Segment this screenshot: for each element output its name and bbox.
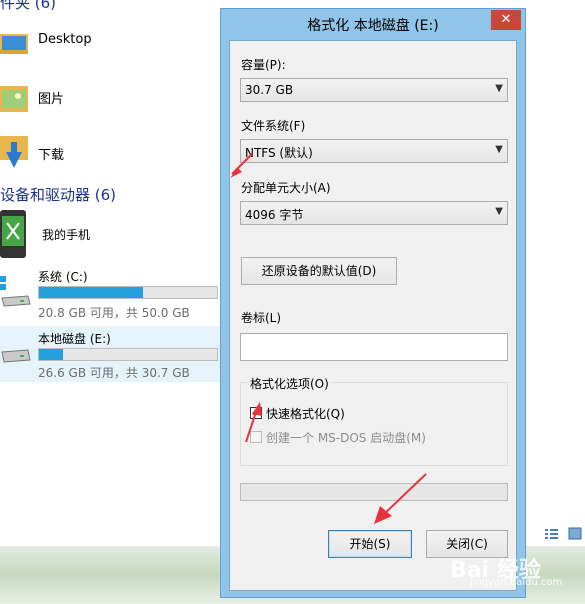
folder-label: Desktop (38, 32, 92, 47)
drive-name: 系统 (C:) (38, 270, 88, 284)
folder-desktop-icon (0, 28, 28, 58)
close-icon[interactable]: ✕ (491, 10, 521, 30)
filesystem-label: 文件系统(F) (241, 119, 306, 133)
chevron-down-icon: ▼ (495, 144, 503, 155)
folder-item-desktop[interactable]: Desktop (0, 24, 200, 60)
chevron-down-icon: ▼ (495, 206, 503, 217)
format-options-title: 格式化选项(O) (248, 375, 331, 392)
drive-usage-fill (39, 349, 63, 360)
drive-usage-bar (38, 286, 218, 299)
volume-label-input[interactable] (240, 333, 508, 361)
windows-drive-icon (0, 272, 32, 315)
view-toggle[interactable] (545, 527, 585, 544)
volume-label-label: 卷标(L) (241, 311, 282, 325)
drive-item-c[interactable]: 系统 (C:) 20.8 GB 可用，共 50.0 GB (0, 264, 222, 322)
capacity-value: 30.7 GB (245, 83, 294, 97)
filesystem-value: NTFS (默认) (245, 146, 313, 160)
drive-space-text: 20.8 GB 可用，共 50.0 GB (38, 306, 190, 320)
device-item-phone[interactable]: 我的手机 (0, 210, 200, 260)
drive-item-e[interactable]: 本地磁盘 (E:) 26.6 GB 可用，共 30.7 GB (0, 326, 222, 382)
format-options-group (240, 382, 508, 466)
folder-pictures-icon (0, 82, 28, 112)
quick-format-checkbox[interactable]: ✔ (250, 407, 262, 419)
drive-usage-bar (38, 348, 218, 361)
quick-format-label: 快速格式化(Q) (266, 407, 345, 421)
folders-section-header[interactable]: 件夹 (6) (0, 0, 56, 13)
watermark-url: jingyan.baidu.com (470, 577, 563, 588)
folder-label: 下载 (38, 148, 65, 163)
folder-item-pictures[interactable]: 图片 (0, 80, 200, 116)
chevron-down-icon: ▼ (495, 83, 503, 94)
msdos-boot-label: 创建一个 MS-DOS 启动盘(M) (266, 431, 426, 445)
filesystem-select[interactable]: NTFS (默认) ▼ (240, 139, 508, 163)
folder-label: 图片 (38, 92, 65, 107)
allocation-select[interactable]: 4096 字节 ▼ (240, 201, 508, 225)
allocation-label: 分配单元大小(A) (241, 181, 331, 195)
devices-section-header[interactable]: 设备和驱动器 (6) (0, 184, 116, 205)
format-dialog: 格式化 本地磁盘 (E:) ✕ 容量(P): 30.7 GB ▼ 文件系统(F)… (220, 8, 526, 598)
phone-icon (0, 210, 26, 261)
capacity-select[interactable]: 30.7 GB ▼ (240, 78, 508, 102)
start-button[interactable]: 开始(S) (328, 530, 412, 558)
msdos-boot-checkbox[interactable] (250, 431, 262, 443)
drive-space-text: 26.6 GB 可用，共 30.7 GB (38, 366, 190, 380)
capacity-label: 容量(P): (241, 58, 286, 72)
format-progress-bar (240, 483, 508, 501)
dialog-body: 容量(P): 30.7 GB ▼ 文件系统(F) NTFS (默认) ▼ 分配单… (229, 40, 517, 591)
hard-drive-icon (0, 344, 32, 371)
folder-item-downloads[interactable]: 下载 (0, 134, 200, 174)
device-label: 我的手机 (42, 228, 91, 242)
folder-downloads-icon (0, 134, 28, 168)
drive-usage-fill (39, 287, 143, 298)
drive-name: 本地磁盘 (E:) (38, 332, 111, 346)
dialog-title: 格式化 本地磁盘 (E:) (307, 18, 439, 34)
restore-defaults-button[interactable]: 还原设备的默认值(D) (241, 257, 397, 285)
dialog-titlebar[interactable]: 格式化 本地磁盘 (E:) ✕ (221, 9, 525, 39)
allocation-value: 4096 字节 (245, 208, 304, 222)
